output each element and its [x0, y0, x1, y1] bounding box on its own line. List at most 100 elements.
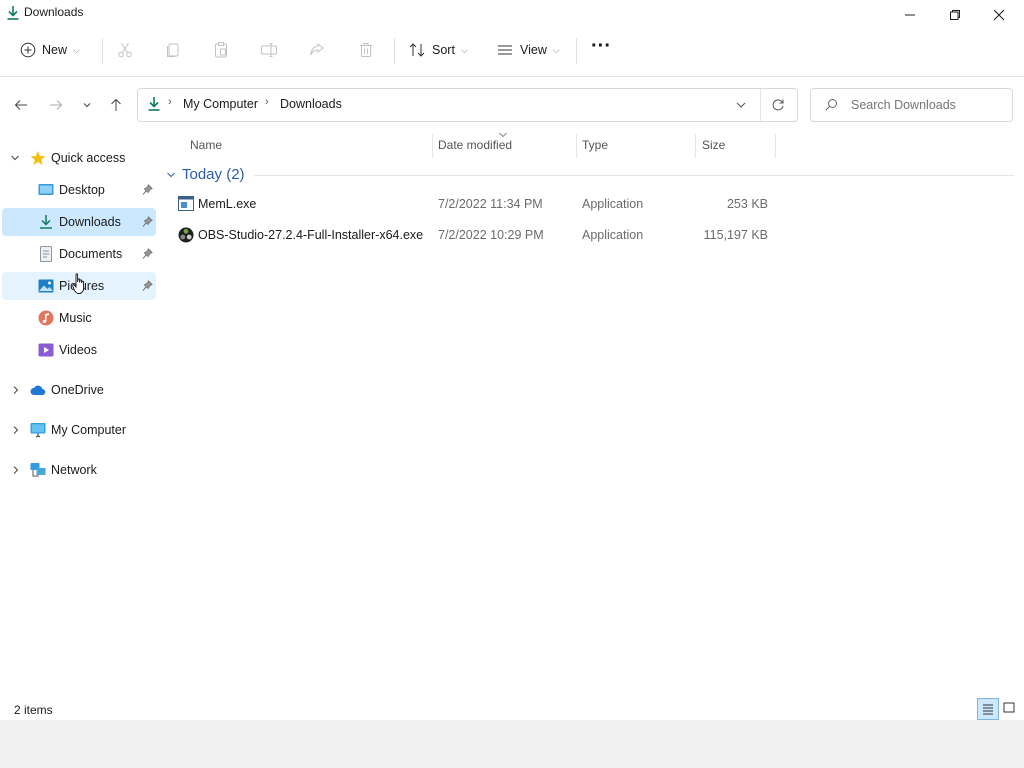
sidebar-item-label: Quick access	[51, 151, 126, 165]
chevron-right-icon[interactable]	[10, 465, 22, 475]
address-row: › My Computer › Downloads	[0, 78, 1024, 132]
sidebar-item-network[interactable]: Network	[2, 456, 156, 484]
sidebar-item-label: Videos	[59, 343, 97, 357]
back-button[interactable]	[10, 94, 32, 116]
search-input[interactable]	[849, 95, 1003, 115]
monitor-icon	[30, 423, 46, 438]
star-icon	[30, 151, 46, 165]
share-icon	[310, 42, 324, 56]
minimize-button[interactable]	[887, 0, 933, 30]
forward-button[interactable]	[45, 94, 67, 116]
sidebar-item-videos[interactable]: Videos	[2, 336, 156, 364]
breadcrumb-separator[interactable]: ›	[265, 96, 269, 108]
pin-icon[interactable]	[142, 248, 153, 260]
details-view-icon	[983, 704, 993, 715]
file-date: 7/2/2022 11:34 PM	[438, 197, 543, 211]
address-bar[interactable]: › My Computer › Downloads	[137, 88, 798, 122]
copy-icon	[167, 43, 179, 57]
chevron-down-icon[interactable]	[9, 154, 21, 162]
details-view-button[interactable]	[977, 698, 999, 720]
sidebar-item-music[interactable]: Music	[2, 304, 156, 332]
view-label: View	[520, 43, 547, 57]
cut-icon	[118, 42, 132, 58]
copy-button[interactable]	[164, 30, 182, 70]
pin-icon[interactable]	[142, 216, 153, 228]
refresh-icon[interactable]	[771, 98, 785, 112]
close-icon	[993, 9, 1005, 21]
new-label: New	[42, 43, 68, 57]
obs-app-icon	[178, 227, 194, 243]
downloads-icon	[7, 6, 19, 20]
file-list-pane: Name Date modified Type Size Today (2) M…	[158, 132, 1024, 720]
column-header-type[interactable]: Type	[582, 138, 608, 152]
restore-button[interactable]	[932, 0, 978, 30]
view-button[interactable]: View ⌵	[496, 30, 560, 70]
more-icon: ···	[591, 34, 611, 57]
downloads-icon	[148, 97, 160, 111]
command-bar: New ⌵ Sort ⌵ View ⌵ ···	[0, 30, 1024, 77]
breadcrumb-downloads[interactable]: Downloads	[280, 97, 342, 111]
chevron-down-icon: ⌵	[552, 44, 560, 55]
breadcrumb-my-computer[interactable]: My Computer	[183, 97, 258, 111]
sidebar-item-label: Downloads	[59, 215, 121, 229]
close-button[interactable]	[976, 0, 1022, 30]
chevron-down-icon: ⌵	[73, 44, 80, 55]
plus-circle-icon	[20, 42, 36, 58]
pin-icon[interactable]	[142, 280, 153, 292]
column-divider[interactable]	[576, 134, 577, 158]
sidebar-item-onedrive[interactable]: OneDrive	[2, 376, 156, 404]
chevron-down-icon: ⌵	[460, 44, 468, 55]
arrow-up-icon	[111, 98, 121, 111]
sort-button[interactable]: Sort ⌵	[408, 30, 468, 70]
cut-button[interactable]	[116, 30, 134, 70]
delete-icon	[360, 43, 372, 57]
sidebar-item-label: Documents	[59, 247, 123, 261]
column-divider[interactable]	[775, 134, 776, 158]
file-name: OBS-Studio-27.2.4-Full-Installer-x64.exe	[198, 228, 424, 242]
pictures-icon	[38, 279, 54, 293]
column-header-size[interactable]: Size	[702, 138, 725, 152]
file-size: 115,197 KB	[703, 228, 768, 242]
chevron-down-icon	[167, 172, 175, 177]
chevron-right-icon[interactable]	[10, 385, 22, 395]
chevron-down-icon[interactable]	[735, 100, 747, 110]
breadcrumb-separator[interactable]: ›	[168, 96, 172, 108]
sidebar-item-my-computer[interactable]: My Computer	[2, 416, 156, 444]
sidebar-item-label: Music	[59, 311, 92, 325]
sidebar-item-desktop[interactable]: Desktop	[2, 176, 156, 204]
rename-button[interactable]	[260, 30, 278, 70]
videos-icon	[38, 343, 54, 357]
tiles-view-button[interactable]	[999, 698, 1019, 718]
sidebar-item-downloads[interactable]: Downloads	[2, 208, 156, 236]
column-header-date-modified[interactable]: Date modified	[438, 138, 512, 152]
restore-icon	[950, 10, 960, 20]
file-row[interactable]: OBS-Studio-27.2.4-Full-Installer-x64.exe…	[174, 221, 790, 249]
more-options-button[interactable]: ···	[591, 26, 611, 66]
group-header-today[interactable]: Today (2)	[166, 166, 245, 183]
paste-button[interactable]	[212, 30, 230, 70]
file-row[interactable]: MemL.exe 7/2/2022 11:34 PM Application 2…	[174, 190, 790, 218]
title-bar[interactable]: Downloads	[0, 0, 1024, 30]
column-divider[interactable]	[695, 134, 696, 158]
toolbar-divider	[394, 38, 395, 64]
status-bar: 2 items	[0, 696, 158, 720]
sidebar-item-quick-access[interactable]: Quick access	[2, 144, 156, 172]
file-date: 7/2/2022 10:29 PM	[438, 228, 544, 242]
search-box[interactable]	[810, 88, 1013, 122]
sidebar-item-documents[interactable]: Documents	[2, 240, 156, 268]
minimize-icon	[905, 14, 915, 16]
address-divider	[760, 89, 761, 121]
recent-locations-button[interactable]	[76, 94, 98, 116]
sort-icon	[409, 43, 425, 57]
sidebar-item-label: Network	[51, 463, 97, 477]
desktop-icon	[38, 184, 54, 195]
pin-icon[interactable]	[142, 184, 153, 196]
column-header-name[interactable]: Name	[190, 138, 222, 152]
arrow-right-icon	[50, 100, 63, 110]
delete-button[interactable]	[357, 30, 375, 70]
chevron-right-icon[interactable]	[10, 425, 22, 435]
share-button[interactable]	[308, 30, 326, 70]
column-divider[interactable]	[432, 134, 433, 158]
up-button[interactable]	[105, 94, 127, 116]
new-button[interactable]: New ⌵	[20, 30, 80, 70]
